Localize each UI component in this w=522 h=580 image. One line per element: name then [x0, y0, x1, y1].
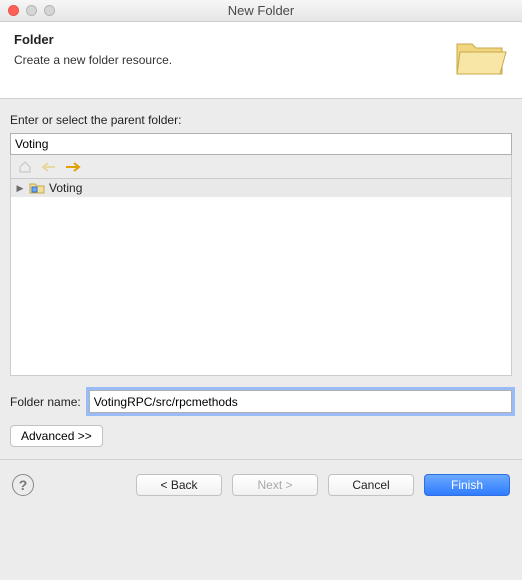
window-controls [8, 5, 55, 16]
home-icon[interactable] [17, 159, 33, 175]
help-icon[interactable]: ? [12, 474, 34, 496]
disclosure-triangle-icon[interactable]: ▶ [15, 183, 25, 194]
next-button: Next > [232, 474, 318, 496]
page-title: Folder [14, 32, 172, 47]
parent-folder-tree[interactable]: ▶ Voting [10, 179, 512, 376]
forward-arrow-icon[interactable] [65, 159, 81, 175]
folder-icon [454, 34, 508, 78]
minimize-window-button [26, 5, 37, 16]
parent-folder-input[interactable] [10, 133, 512, 155]
close-window-button[interactable] [8, 5, 19, 16]
project-folder-icon [29, 181, 45, 195]
page-subtitle: Create a new folder resource. [14, 53, 172, 67]
finish-button[interactable]: Finish [424, 474, 510, 496]
advanced-button[interactable]: Advanced >> [10, 425, 103, 447]
back-arrow-icon[interactable] [41, 159, 57, 175]
wizard-body: Enter or select the parent folder: ▶ Vot… [0, 99, 522, 460]
parent-folder-label: Enter or select the parent folder: [10, 113, 512, 127]
tree-item-voting[interactable]: ▶ Voting [11, 179, 511, 197]
back-button[interactable]: < Back [136, 474, 222, 496]
titlebar: New Folder [0, 0, 522, 22]
tree-nav-toolbar [10, 155, 512, 179]
folder-name-input[interactable] [89, 390, 512, 413]
cancel-button[interactable]: Cancel [328, 474, 414, 496]
zoom-window-button [44, 5, 55, 16]
wizard-footer: ? < Back Next > Cancel Finish [0, 460, 522, 510]
window-title: New Folder [228, 3, 294, 18]
wizard-header: Folder Create a new folder resource. [0, 22, 522, 99]
folder-name-label: Folder name: [10, 395, 81, 409]
tree-item-label: Voting [49, 181, 82, 195]
